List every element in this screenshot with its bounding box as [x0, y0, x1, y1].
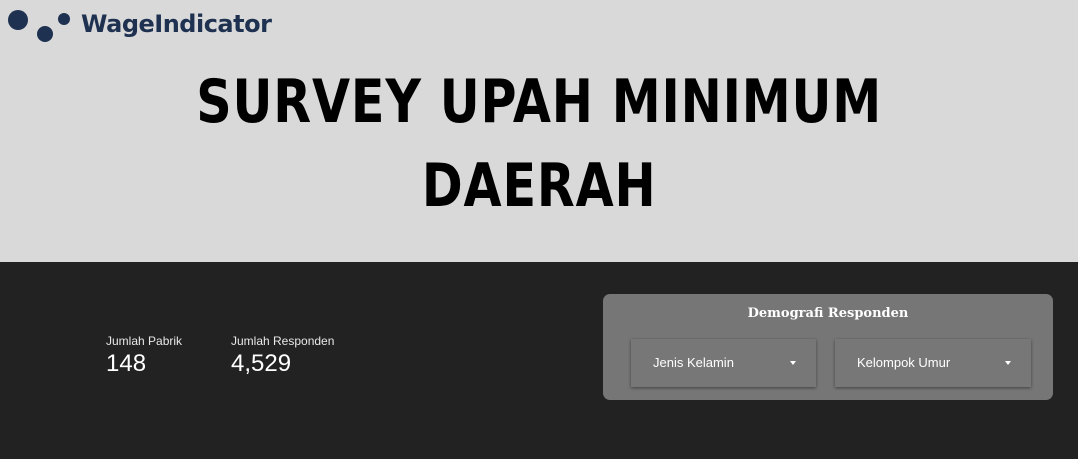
logo-dots-icon	[8, 8, 74, 44]
stat-value: 148	[106, 350, 147, 377]
jenis-kelamin-dropdown[interactable]: Jenis Kelamin	[631, 339, 816, 387]
page-title-line-2: DAERAH	[421, 151, 657, 221]
stat-label: Jumlah Pabrik	[106, 334, 183, 348]
stat-jumlah-pabrik: Jumlah Pabrik 148	[106, 334, 182, 379]
page-title-line-1: SURVEY UPAH MINIMUM	[196, 67, 883, 137]
chevron-down-icon[interactable]	[1005, 361, 1011, 365]
logo-text: WageIndicator	[81, 10, 272, 38]
page-title: SURVEY UPAH MINIMUM DAERAH	[97, 60, 981, 228]
header-banner: WageIndicator SURVEY UPAH MINIMUM DAERAH	[0, 0, 1078, 262]
stat-label: Jumlah Responden	[231, 334, 335, 348]
demografi-panel: Demografi Responden Jenis Kelamin Kelomp…	[603, 294, 1053, 400]
stat-jumlah-responden: Jumlah Responden 4,529	[231, 334, 334, 379]
wageindicator-logo[interactable]: WageIndicator	[8, 8, 272, 44]
kelompok-umur-dropdown[interactable]: Kelompok Umur	[835, 339, 1031, 387]
dropdown-label: Kelompok Umur	[857, 355, 951, 370]
stat-value: 4,529	[231, 350, 292, 377]
chevron-down-icon[interactable]	[790, 361, 796, 365]
demografi-title: Demografi Responden	[747, 306, 909, 321]
dropdown-label: Jenis Kelamin	[653, 355, 734, 370]
